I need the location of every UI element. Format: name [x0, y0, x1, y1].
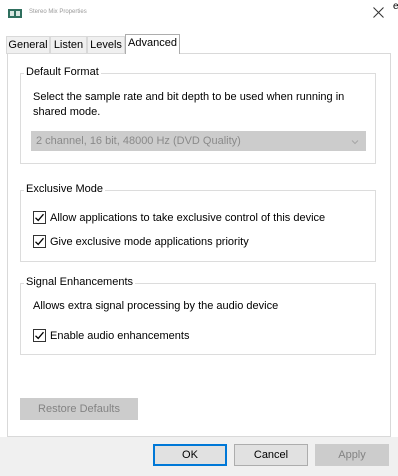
exclusive-priority-option[interactable]: Give exclusive mode applications priorit…	[33, 235, 249, 248]
exclusive-mode-group: Exclusive Mode	[20, 183, 376, 262]
default-format-value: 2 channel, 16 bit, 48000 Hz (DVD Quality…	[36, 135, 241, 147]
exclusive-control-option[interactable]: Allow applications to take exclusive con…	[33, 211, 325, 224]
default-format-title: Default Format	[24, 66, 101, 78]
exclusive-control-checkbox[interactable]	[33, 211, 46, 224]
speaker-properties-icon	[8, 9, 22, 18]
exclusive-priority-label: Give exclusive mode applications priorit…	[50, 235, 249, 248]
cancel-button[interactable]: Cancel	[234, 444, 308, 466]
chevron-down-icon	[350, 137, 360, 147]
checkmark-icon	[35, 331, 44, 340]
tab-levels[interactable]: Levels	[87, 36, 125, 54]
signal-enhancements-group: Signal Enhancements	[20, 276, 376, 355]
audio-enhancements-checkbox[interactable]	[33, 329, 46, 342]
close-button[interactable]	[364, 2, 392, 26]
window-title: Stereo Mix Properties	[29, 9, 87, 15]
exclusive-control-label: Allow applications to take exclusive con…	[50, 211, 326, 224]
signal-enhancements-description: Allows extra signal processing by the au…	[33, 300, 279, 312]
audio-enhancements-option[interactable]: Enable audio enhancements	[33, 329, 189, 342]
default-format-description: Select the sample rate and bit depth to …	[33, 91, 345, 118]
signal-enhancements-title: Signal Enhancements	[24, 276, 136, 288]
default-format-select[interactable]: 2 channel, 16 bit, 48000 Hz (DVD Quality…	[31, 131, 366, 151]
restore-defaults-button[interactable]: Restore Defaults	[20, 398, 138, 420]
title-bar: Stereo Mix Properties e	[0, 0, 398, 30]
tab-listen[interactable]: Listen	[50, 36, 87, 54]
checkmark-icon	[35, 237, 44, 246]
dialog-footer: OK Cancel Apply	[0, 437, 398, 476]
tab-advanced[interactable]: Advanced	[125, 34, 180, 54]
ok-button[interactable]: OK	[153, 444, 227, 466]
audio-enhancements-label: Enable audio enhancements	[50, 329, 190, 342]
exclusive-mode-title: Exclusive Mode	[24, 183, 106, 195]
tab-general[interactable]: General	[6, 36, 50, 54]
checkmark-icon	[35, 213, 44, 222]
exclusive-priority-checkbox[interactable]	[33, 235, 46, 248]
close-icon	[372, 7, 384, 21]
apply-button[interactable]: Apply	[315, 444, 389, 466]
edge-fragment-text: e	[393, 1, 398, 12]
